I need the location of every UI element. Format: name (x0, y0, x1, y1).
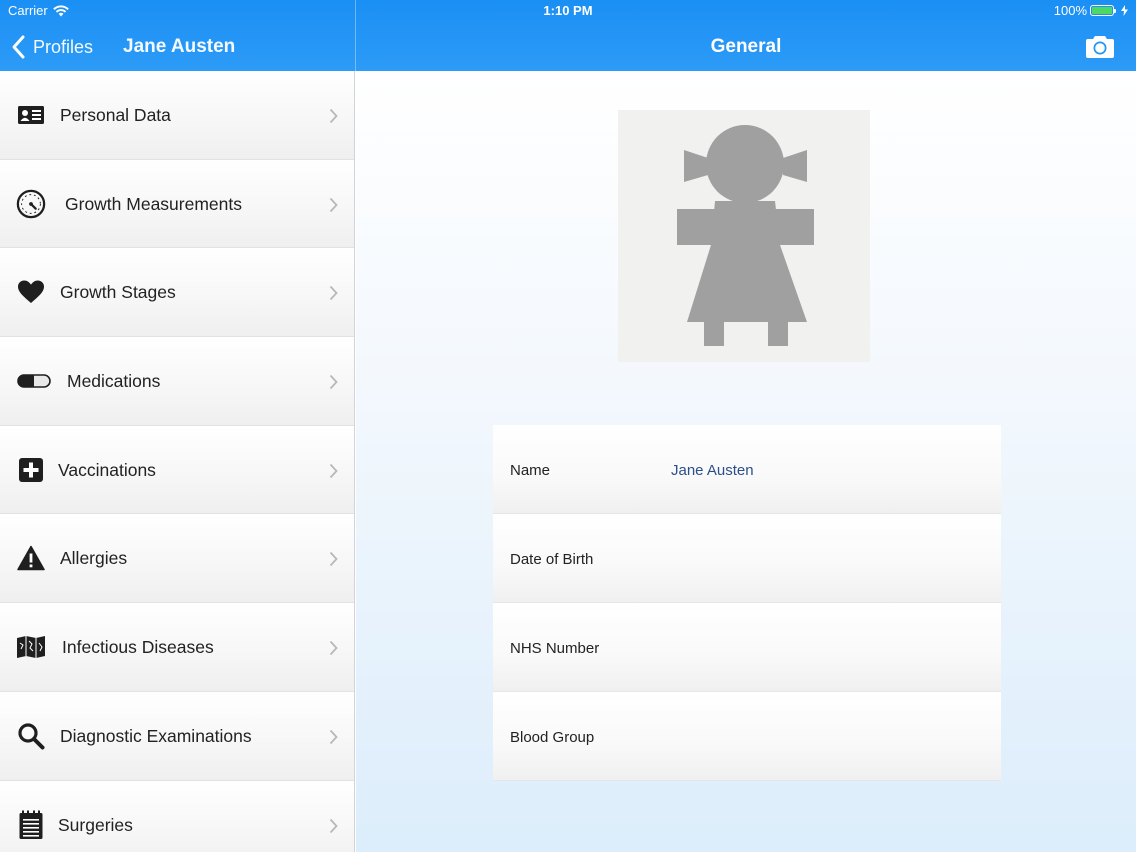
id-card-icon (16, 100, 46, 130)
sidebar-item-growth-stages[interactable]: Growth Stages (0, 248, 354, 338)
sidebar-item-medications[interactable]: Medications (0, 337, 354, 426)
back-button[interactable]: Profiles (10, 34, 93, 60)
sidebar-item-label: Growth Measurements (65, 193, 243, 214)
sidebar-item-personal-data[interactable]: Personal Data (0, 71, 354, 160)
profile-name: Jane Austen (123, 36, 236, 57)
sidebar-item-vaccinations[interactable]: Vaccinations (0, 425, 354, 515)
pill-icon (16, 366, 52, 396)
chevron-right-icon (329, 374, 338, 390)
app-window: Carrier 1:10 PM 100% Profiles Jane Auste… (0, 0, 1136, 852)
general-form: Name Jane Austen Date of Birth NHS Numbe… (493, 425, 1001, 781)
navigation-bar: Carrier 1:10 PM 100% Profiles Jane Auste… (0, 0, 1136, 71)
chevron-right-icon (329, 729, 338, 744)
general-panel: Name Jane Austen Date of Birth NHS Numbe… (356, 71, 1136, 852)
sidebar-item-label: Personal Data (60, 105, 171, 125)
status-time: 1:10 PM (543, 3, 593, 18)
sidebar-item-label: Medications (67, 371, 161, 392)
gauge-icon (16, 189, 46, 219)
notepad-icon (16, 810, 46, 840)
nhs-number-field[interactable]: NHS Number (493, 603, 1001, 692)
status-battery: 100% (1054, 3, 1128, 18)
sidebar-item-allergies[interactable]: Allergies (0, 514, 354, 604)
field-value[interactable]: Jane Austen (671, 462, 754, 479)
field-label: Blood Group (510, 729, 595, 746)
child-silhouette-icon (677, 125, 814, 346)
date-of-birth-field[interactable]: Date of Birth (493, 514, 1001, 603)
sidebar-item-diagnostic-examinations[interactable]: Diagnostic Examinations (0, 691, 354, 781)
name-field[interactable]: Name Jane Austen (493, 425, 1001, 514)
field-label: NHS Number (510, 640, 600, 657)
chevron-right-icon (329, 197, 338, 212)
sidebar-item-surgeries[interactable]: Surgeries (0, 780, 354, 852)
field-label: Name (510, 462, 551, 479)
chevron-right-icon (329, 641, 338, 656)
camera-icon[interactable] (1084, 34, 1116, 60)
charging-bolt-icon (1121, 5, 1128, 16)
warning-icon (16, 543, 46, 573)
sidebar-item-label: Infectious Diseases (62, 637, 214, 658)
heart-icon (16, 277, 46, 307)
sidebar: Personal Data Growth Measurements Growth… (0, 71, 355, 852)
chevron-right-icon (329, 286, 338, 301)
chevron-right-icon (329, 552, 338, 567)
battery-percent: 100% (1053, 3, 1087, 18)
chevron-right-icon (329, 818, 338, 833)
back-button-label: Profiles (33, 36, 94, 57)
battery-icon (1090, 5, 1116, 16)
sidebar-item-label: Growth Stages (60, 282, 176, 303)
field-label: Date of Birth (510, 551, 594, 568)
search-icon (16, 721, 46, 751)
chevron-right-icon (329, 108, 338, 124)
sidebar-item-label: Diagnostic Examinations (60, 725, 252, 746)
sidebar-item-label: Allergies (60, 548, 128, 569)
sidebar-item-growth-measurements[interactable]: Growth Measurements (0, 159, 354, 249)
avatar[interactable] (618, 110, 870, 362)
blood-group-field[interactable]: Blood Group (493, 692, 1001, 781)
page-title: General (710, 36, 782, 57)
sidebar-item-infectious-diseases[interactable]: Infectious Diseases (0, 603, 354, 692)
plus-square-icon (16, 455, 46, 485)
chevron-left-icon (12, 35, 25, 59)
map-icon (16, 632, 46, 662)
sidebar-item-label: Vaccinations (58, 459, 156, 480)
sidebar-item-label: Surgeries (58, 814, 133, 835)
chevron-right-icon (329, 463, 338, 478)
